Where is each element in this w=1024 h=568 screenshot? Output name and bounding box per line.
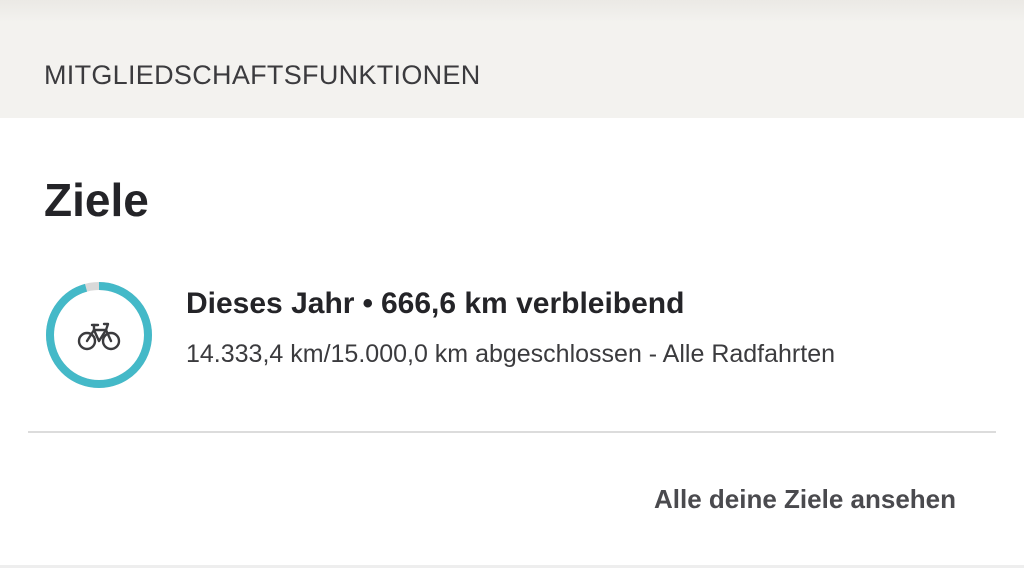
- goal-detail: 14.333,4 km/15.000,0 km abgeschlossen - …: [186, 340, 836, 368]
- section-header-label: MITGLIEDSCHAFTSFUNKTIONEN: [44, 60, 481, 90]
- goal-separator: •: [362, 287, 373, 320]
- all-goals-link[interactable]: Alle deine Ziele ansehen: [654, 482, 956, 516]
- section-header: MITGLIEDSCHAFTSFUNKTIONEN: [0, 0, 1024, 118]
- membership-features-page: MITGLIEDSCHAFTSFUNKTIONEN Ziele Dieses J…: [0, 0, 1024, 568]
- goal-progress-ring: [44, 280, 154, 390]
- goal-row[interactable]: Dieses Jahr • 666,6 km verbleibend 14.333,…: [44, 278, 1004, 390]
- divider: [28, 431, 996, 433]
- goal-remaining: 666,6 km verbleibend: [380, 287, 685, 320]
- bike-icon: [77, 318, 121, 352]
- goals-title: Ziele: [44, 174, 149, 226]
- goals-card: Ziele Dieses Jahr • 666,6 km verbleibend…: [0, 118, 1024, 568]
- goal-period: Dieses Jahr: [186, 287, 355, 320]
- goal-headline: Dieses Jahr • 666,6 km verbleibend: [186, 286, 684, 322]
